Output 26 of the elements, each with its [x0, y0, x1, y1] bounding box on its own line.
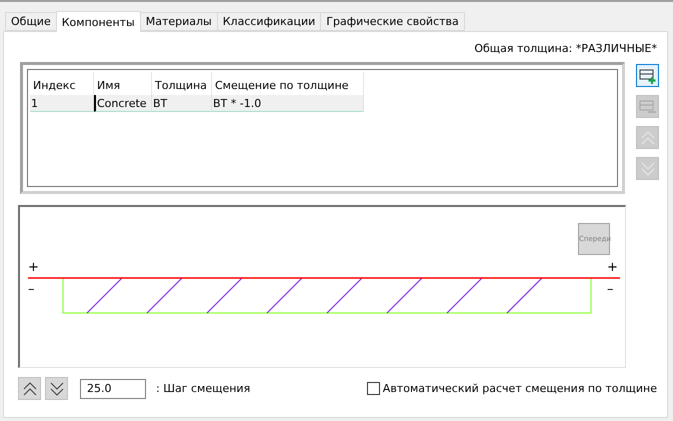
double-chevron-down-icon: [640, 160, 654, 176]
tab[interactable]: Графические свойства: [320, 12, 465, 31]
tab[interactable]: Классификации: [216, 12, 322, 31]
add-row-icon: [638, 68, 656, 84]
table-cell[interactable]: BT: [152, 95, 212, 112]
step-label: : Шаг смещения: [156, 382, 250, 395]
table-cell[interactable]: Concrete: [94, 95, 152, 112]
table-cell[interactable]: BT * -1.0: [212, 95, 364, 112]
add-button[interactable]: [636, 64, 659, 87]
minus-sign: –: [28, 283, 34, 296]
minus-sign: –: [607, 283, 614, 296]
double-chevron-up-icon: [22, 380, 36, 396]
plus-sign: +: [28, 261, 39, 274]
table-cell[interactable]: 1: [30, 95, 94, 112]
step-input-field[interactable]: 25.0: [80, 378, 146, 398]
step-down-button[interactable]: [45, 377, 68, 400]
plus-sign: +: [607, 261, 618, 274]
remove-row-icon: [638, 98, 656, 114]
total-thickness-label: Общая толщина: *РАЗЛИЧНЫЕ*: [474, 42, 657, 55]
tab[interactable]: Общие: [5, 12, 57, 31]
tab[interactable]: Материалы: [140, 12, 218, 31]
step-up-button[interactable]: [18, 377, 41, 400]
double-chevron-down-icon: [50, 380, 64, 396]
tab[interactable]: Компоненты: [56, 11, 141, 32]
double-chevron-up-icon: [640, 130, 654, 146]
checkbox-box[interactable]: [366, 382, 380, 395]
